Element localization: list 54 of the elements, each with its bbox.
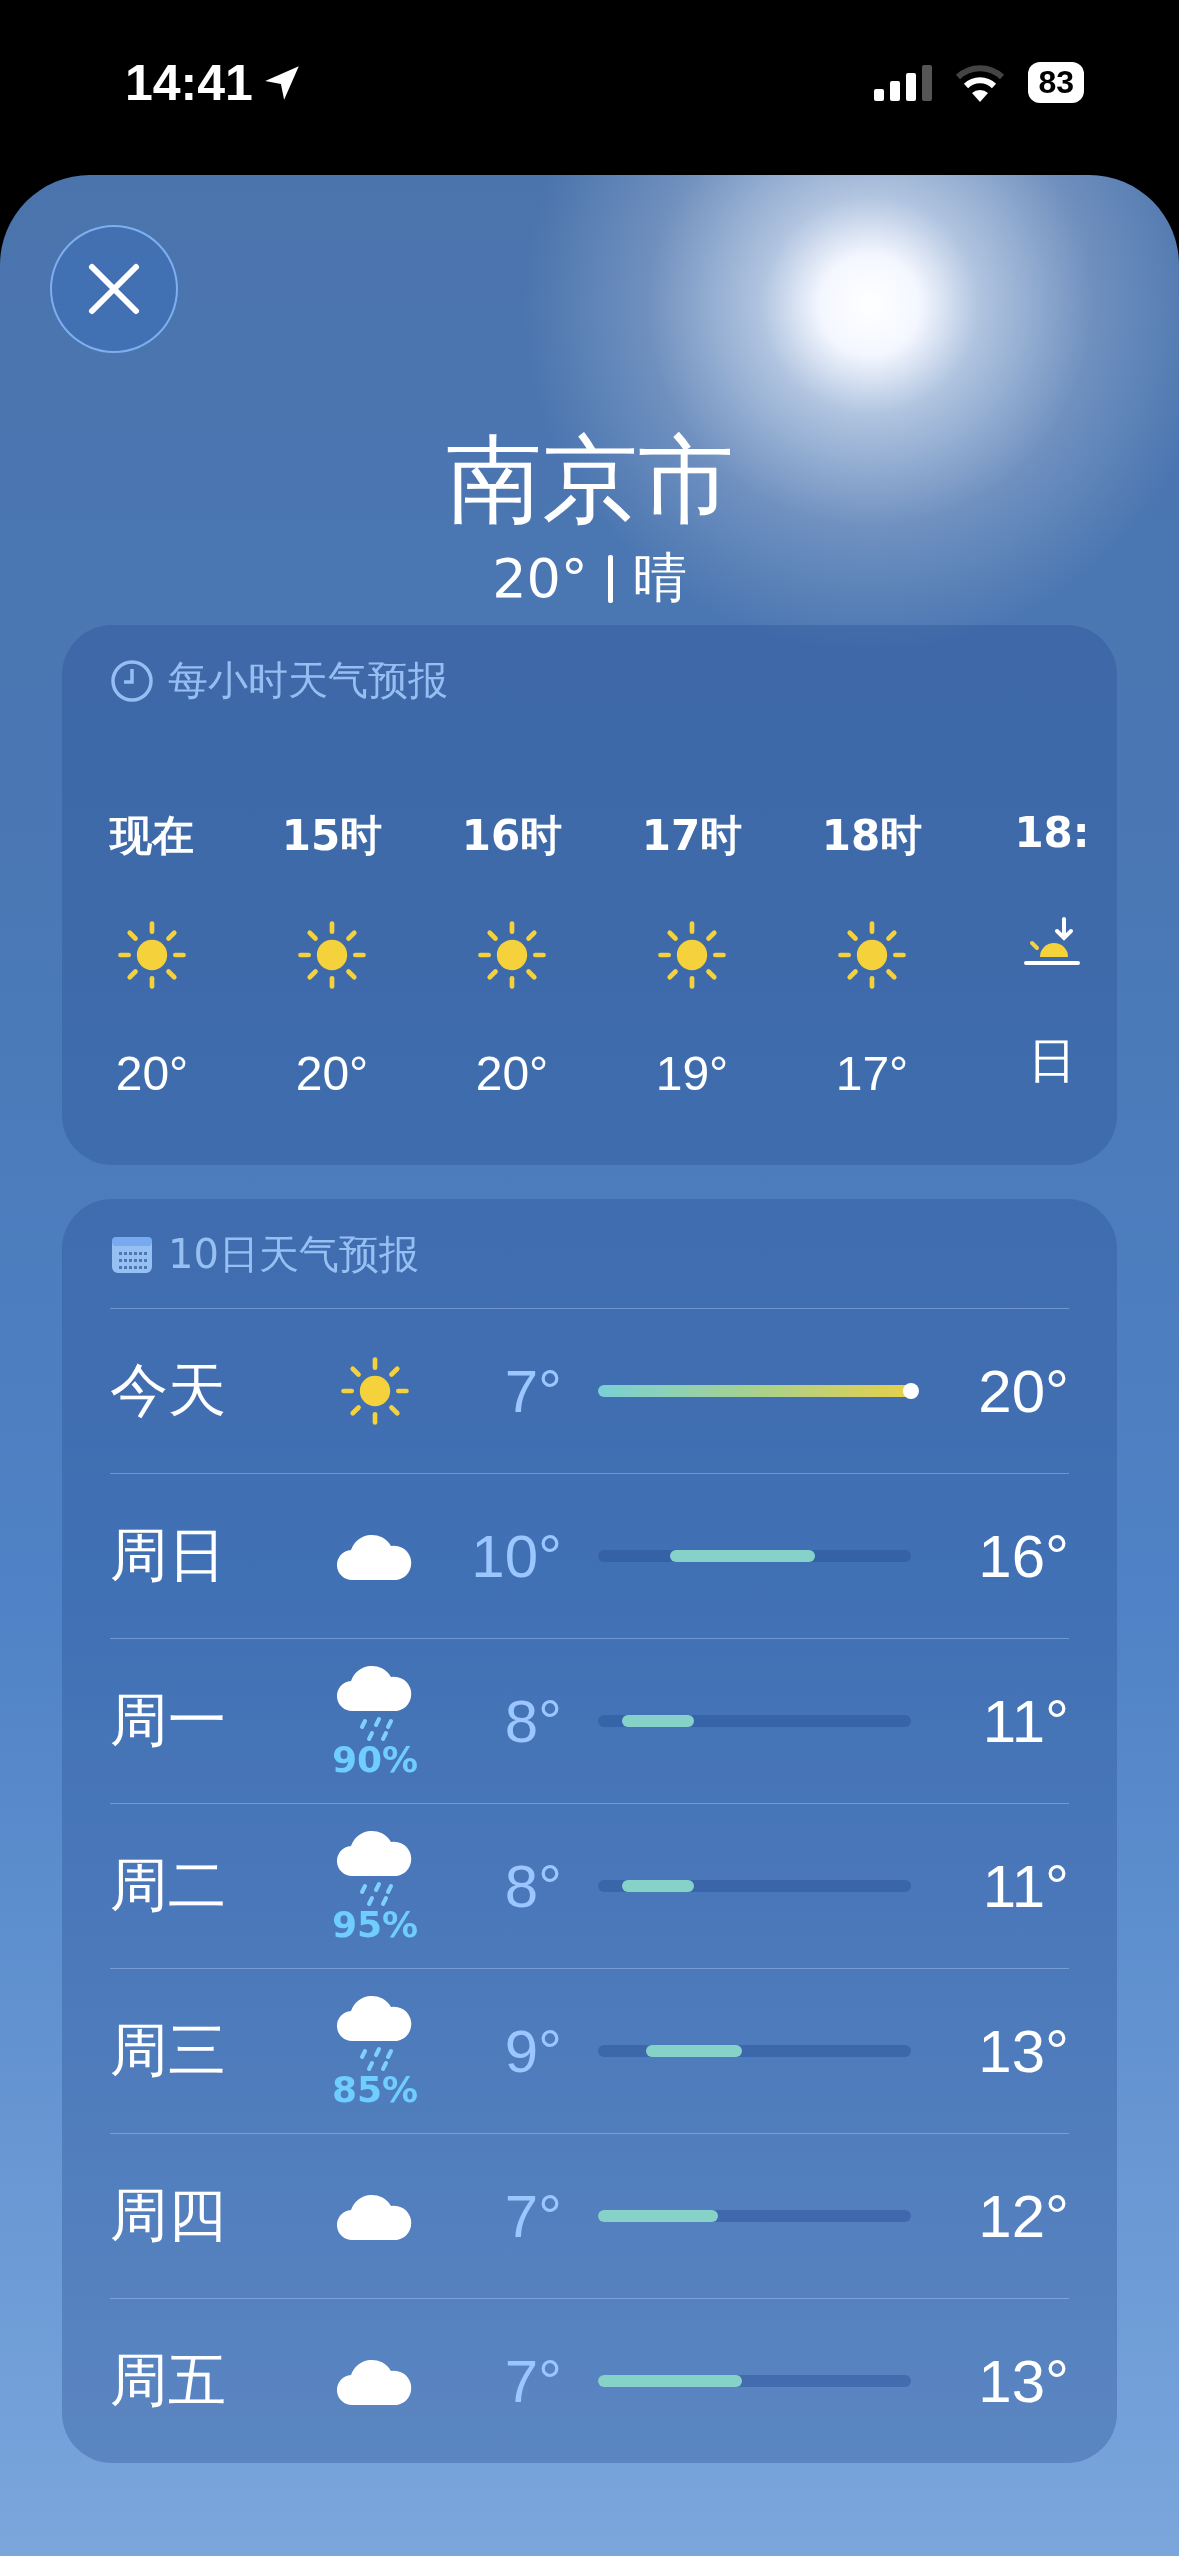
low-temperature: 9° bbox=[503, 2016, 563, 2086]
current-temperature: 20° bbox=[492, 547, 588, 611]
sun-icon bbox=[117, 920, 187, 991]
close-icon bbox=[86, 261, 142, 317]
condition: 晴 bbox=[632, 545, 687, 612]
day-label: 今天 bbox=[110, 1355, 227, 1427]
high-temperature: 11° bbox=[981, 1686, 1069, 1756]
day-label: 周四 bbox=[110, 2180, 227, 2252]
day-label: 周一 bbox=[110, 1685, 227, 1757]
low-temperature: 8° bbox=[503, 1686, 563, 1756]
sun-icon bbox=[340, 1356, 410, 1427]
hour-temperature: 17° bbox=[835, 1046, 909, 1102]
hour-label: 16时 bbox=[461, 810, 563, 863]
precipitation-chance: 85% bbox=[331, 2068, 419, 2110]
high-temperature: 13° bbox=[977, 2346, 1069, 2416]
hour-temperature: 20° bbox=[475, 1046, 549, 1102]
sun-icon bbox=[477, 920, 547, 991]
hour-temperature: 日 bbox=[1028, 1033, 1076, 1090]
hour-label: 18: bbox=[1014, 808, 1090, 858]
day-label: 周日 bbox=[110, 1520, 227, 1592]
high-temperature: 16° bbox=[977, 1521, 1069, 1591]
wifi-icon bbox=[954, 63, 1007, 102]
day-label: 周二 bbox=[110, 1850, 227, 1922]
high-temperature: 11° bbox=[981, 1851, 1069, 1921]
low-temperature: 7° bbox=[503, 2181, 563, 2251]
signal-icon bbox=[874, 64, 933, 101]
sun-icon bbox=[837, 920, 907, 991]
precipitation-chance: 90% bbox=[331, 1738, 419, 1780]
hour-label: 17时 bbox=[641, 810, 743, 863]
status-time: 14:41 bbox=[125, 53, 253, 112]
day-label: 周三 bbox=[110, 2015, 227, 2087]
high-temperature: 12° bbox=[977, 2181, 1069, 2251]
sun-icon bbox=[297, 920, 367, 991]
hour-label: 15时 bbox=[281, 810, 383, 863]
low-temperature: 7° bbox=[503, 2346, 563, 2416]
day-label: 周五 bbox=[110, 2345, 227, 2417]
card-title: 每小时天气预报 bbox=[168, 656, 448, 706]
precipitation-chance: 95% bbox=[331, 1903, 419, 1945]
city-name: 南京市 bbox=[444, 423, 735, 538]
low-temperature: 10° bbox=[470, 1521, 563, 1591]
hour-temperature: 19° bbox=[655, 1046, 729, 1102]
hour-label: 18时 bbox=[821, 810, 923, 863]
hour-label: 现在 bbox=[110, 810, 194, 863]
clock-icon bbox=[110, 658, 154, 703]
low-temperature: 8° bbox=[503, 1851, 563, 1921]
card-title: 10日天气预报 bbox=[168, 1230, 419, 1280]
sun-icon bbox=[657, 920, 727, 991]
hour-temperature: 20° bbox=[295, 1046, 369, 1102]
calendar-icon bbox=[110, 1234, 154, 1275]
hour-temperature: 20° bbox=[115, 1046, 189, 1102]
high-temperature: 13° bbox=[977, 2016, 1069, 2086]
battery-level: 83 bbox=[1028, 62, 1084, 103]
high-temperature: 20° bbox=[977, 1356, 1069, 1426]
low-temperature: 7° bbox=[503, 1356, 563, 1426]
